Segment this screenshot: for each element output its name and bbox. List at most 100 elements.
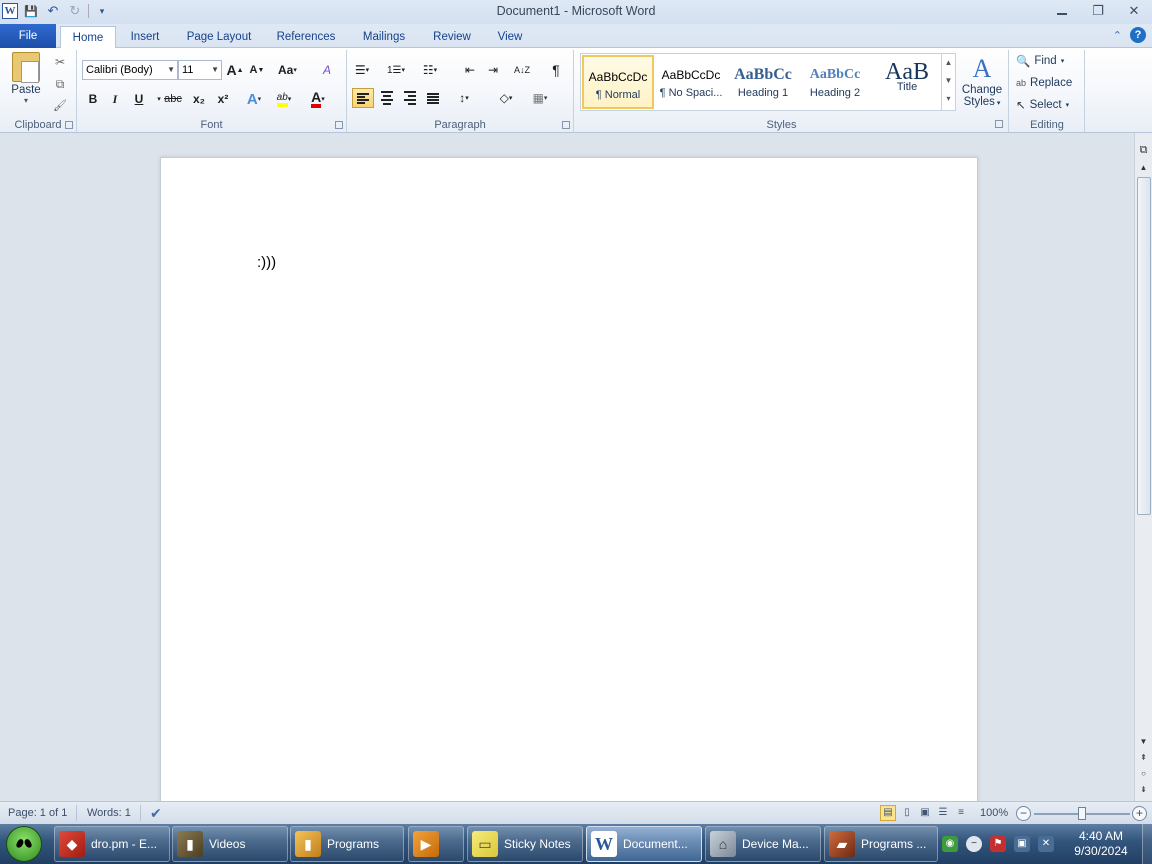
sort-button[interactable]: A↓Z [513, 60, 531, 80]
italic-button[interactable]: I [106, 89, 124, 109]
taskbar-item-programs-2[interactable]: ▰ Programs ... [824, 826, 938, 862]
align-right-button[interactable] [400, 88, 420, 108]
minimize-button[interactable] [1044, 0, 1080, 22]
font-launcher-icon[interactable] [335, 121, 343, 129]
bold-button[interactable]: B [84, 89, 102, 109]
paste-dropdown-icon[interactable]: ▾ [8, 96, 44, 105]
style-title[interactable]: AaB Title [871, 55, 943, 109]
font-color-button[interactable]: A ▾ [309, 89, 327, 109]
strikethrough-button[interactable]: abc [164, 89, 182, 109]
system-clock[interactable]: 4:40 AM 9/30/2024 [1066, 829, 1136, 859]
taskbar-item-device-manager[interactable]: ⌂ Device Ma... [705, 826, 821, 862]
replace-button[interactable]: ab Replace [1016, 74, 1072, 92]
gallery-up-icon[interactable]: ▲ [942, 54, 955, 72]
numbering-button[interactable]: 1☰ ▾ [387, 60, 405, 80]
document-body-text[interactable]: :))) [257, 254, 276, 271]
scroll-down-icon[interactable]: ▼ [1135, 735, 1152, 749]
minus-circle-icon[interactable]: − [966, 836, 982, 852]
clear-formatting-button[interactable]: A [318, 60, 336, 80]
subscript-button[interactable]: x₂ [190, 89, 208, 109]
help-icon[interactable]: ? [1130, 27, 1146, 43]
style-normal[interactable]: AaBbCcDc ¶ Normal [582, 55, 654, 109]
font-name-combo[interactable]: Calibri (Body) ▼ [82, 60, 178, 80]
align-left-button[interactable] [352, 88, 374, 108]
chevron-down-icon[interactable]: ▼ [211, 61, 219, 79]
volume-muted-icon[interactable]: ✕ [1038, 836, 1054, 852]
change-case-button[interactable]: Aa ▾ [278, 60, 297, 80]
bullets-button[interactable]: ☰ ▾ [353, 60, 371, 80]
tab-home[interactable]: Home [60, 26, 116, 49]
zoom-slider-thumb[interactable] [1078, 807, 1086, 820]
taskbar-item-videos[interactable]: ▮ Videos [172, 826, 288, 862]
tab-insert[interactable]: Insert [122, 26, 168, 48]
word-count[interactable]: Words: 1 [87, 807, 131, 819]
style-heading-2[interactable]: AaBbCc Heading 2 [799, 55, 871, 109]
vertical-scrollbar[interactable]: ⧉ ▲ ▼ ⇞ ○ ⇟ [1134, 133, 1152, 801]
network-globe-icon[interactable]: ◉ [942, 836, 958, 852]
document-page[interactable]: :))) [160, 157, 978, 817]
style-no-spacing[interactable]: AaBbCcDc ¶ No Spaci... [655, 55, 727, 109]
minimize-ribbon-icon[interactable]: ⌃ [1113, 29, 1122, 42]
page-count[interactable]: Page: 1 of 1 [8, 807, 67, 819]
borders-button[interactable]: ▦ ▾ [531, 88, 549, 108]
full-screen-reading-icon[interactable]: ▯ [899, 805, 915, 821]
styles-launcher-icon[interactable] [995, 120, 1003, 128]
style-heading-1[interactable]: AaBbCc Heading 1 [727, 55, 799, 109]
taskbar-item-dropm[interactable]: ◆ dro.pm - E... [54, 826, 170, 862]
tab-review[interactable]: Review [424, 26, 480, 48]
select-button[interactable]: ↖ Select ▾ [1016, 96, 1069, 114]
tab-mailings[interactable]: Mailings [352, 26, 416, 48]
zoom-level[interactable]: 100% [980, 807, 1008, 819]
tab-page-layout[interactable]: Page Layout [178, 26, 260, 48]
highlight-button[interactable]: ab ▾ [275, 89, 293, 109]
taskbar-item-sticky-notes[interactable]: ▭ Sticky Notes [467, 826, 583, 862]
cut-icon[interactable]: ✂ [52, 54, 68, 70]
show-formatting-button[interactable]: ¶ [547, 60, 565, 80]
align-center-button[interactable] [377, 88, 397, 108]
taskbar-item-media-player[interactable]: ▶ [408, 826, 464, 862]
proofing-icon[interactable]: ✔ [150, 805, 162, 822]
shrink-font-button[interactable]: A ▼ [248, 60, 266, 80]
browse-object-icon[interactable]: ○ [1135, 767, 1152, 781]
taskbar-item-word-document[interactable]: W Document... [586, 826, 702, 862]
change-styles-button[interactable]: A Change Styles ▾ [958, 54, 1006, 108]
decrease-indent-button[interactable]: ⇤ [461, 60, 479, 80]
grow-font-button[interactable]: A ▲ [226, 60, 244, 80]
network-icon[interactable]: ▣ [1014, 836, 1030, 852]
underline-button[interactable]: U [130, 89, 148, 109]
scroll-thumb[interactable] [1137, 177, 1151, 515]
increase-indent-button[interactable]: ⇥ [484, 60, 502, 80]
multilevel-list-button[interactable]: ☷ ▾ [421, 60, 439, 80]
web-layout-icon[interactable]: ▣ [917, 805, 933, 821]
chevron-down-icon[interactable]: ▼ [167, 61, 175, 79]
outline-view-icon[interactable]: ☰ [935, 805, 951, 821]
find-button[interactable]: 🔍 Find ▾ [1016, 52, 1064, 70]
start-button[interactable] [6, 826, 42, 862]
justify-button[interactable] [423, 88, 443, 108]
copy-icon[interactable]: ⧉ [52, 76, 68, 92]
tab-file[interactable]: File [0, 24, 56, 48]
taskbar-item-programs[interactable]: ▮ Programs [290, 826, 404, 862]
zoom-out-icon[interactable]: − [1016, 806, 1031, 821]
show-desktop-button[interactable] [1142, 824, 1152, 864]
superscript-button[interactable]: x² [214, 89, 232, 109]
clipboard-launcher-icon[interactable] [65, 121, 73, 129]
paragraph-launcher-icon[interactable] [562, 121, 570, 129]
styles-gallery-scroll[interactable]: ▲ ▼ ▾ [941, 54, 955, 110]
tab-view[interactable]: View [488, 26, 532, 48]
zoom-in-icon[interactable]: + [1132, 806, 1147, 821]
gallery-down-icon[interactable]: ▼ [942, 72, 955, 90]
paste-button[interactable]: Paste ▾ [8, 52, 44, 105]
scroll-up-icon[interactable]: ▲ [1135, 161, 1152, 175]
close-button[interactable]: ✕ [1116, 0, 1152, 22]
text-effects-button[interactable]: A ▾ [245, 89, 263, 109]
print-layout-view-icon[interactable]: ▤ [880, 805, 896, 821]
font-size-combo[interactable]: 11 ▼ [178, 60, 222, 80]
format-painter-icon[interactable]: 🖌 [52, 98, 68, 114]
gallery-more-icon[interactable]: ▾ [942, 90, 955, 108]
restore-button[interactable]: ❐ [1080, 0, 1116, 22]
line-spacing-button[interactable]: ↕ ▾ [455, 88, 473, 108]
previous-page-icon[interactable]: ⇞ [1135, 751, 1152, 765]
next-page-icon[interactable]: ⇟ [1135, 783, 1152, 797]
ruler-toggle-icon[interactable]: ⧉ [1135, 143, 1152, 157]
